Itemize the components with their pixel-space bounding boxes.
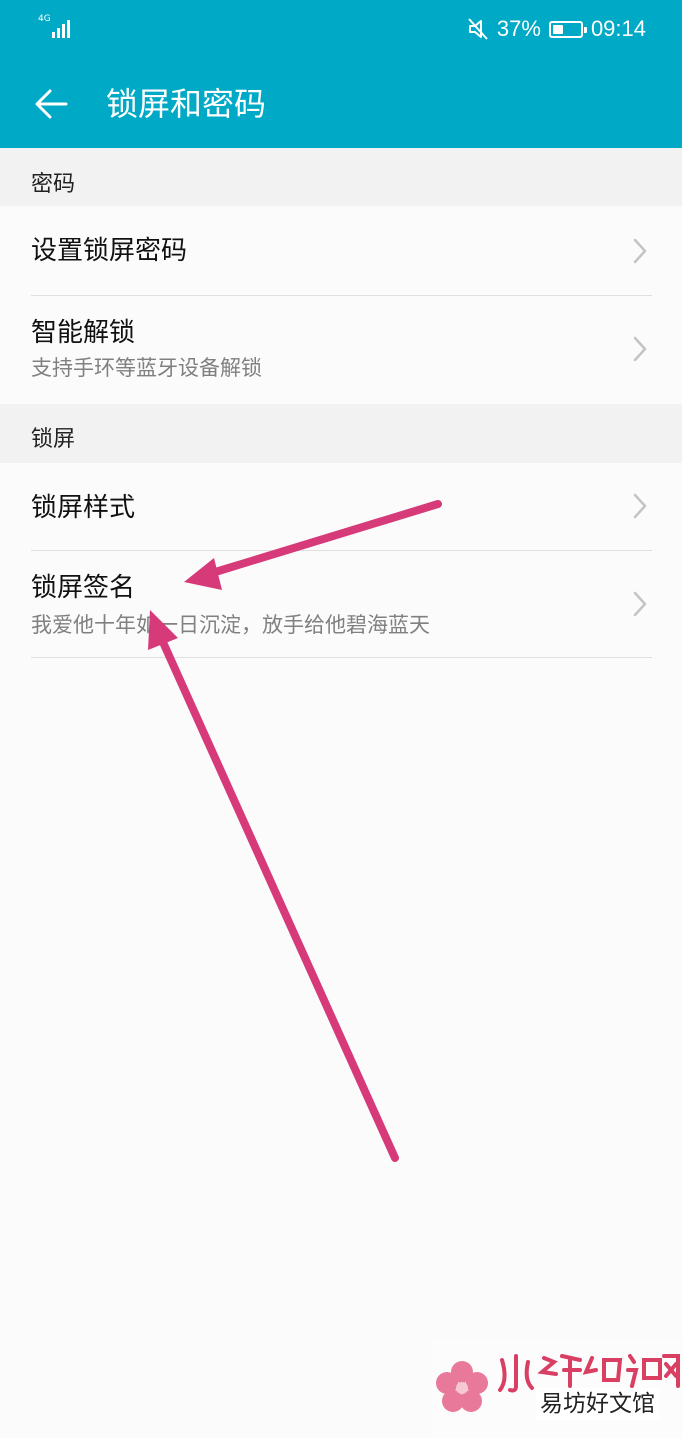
network-type: 4G <box>38 14 51 24</box>
chevron-right-icon <box>633 591 647 617</box>
list-item-lock-style[interactable]: 锁屏样式 <box>0 463 682 550</box>
back-button[interactable] <box>28 80 76 128</box>
section-header-password: 密码 <box>0 148 682 206</box>
back-arrow-icon <box>35 89 68 119</box>
item-title: 锁屏样式 <box>31 493 136 523</box>
list-item-smart-unlock[interactable]: 智能解锁 支持手环等蓝牙设备解锁 <box>0 296 682 404</box>
battery-fill <box>552 24 563 34</box>
divider <box>31 657 652 658</box>
list-item-lock-signature[interactable]: 锁屏签名 我爱他十年如一日沉淀，放手给他碧海蓝天 <box>0 551 682 657</box>
item-subtitle: 我爱他十年如一日沉淀，放手给他碧海蓝天 <box>31 613 430 637</box>
item-subtitle: 支持手环等蓝牙设备解锁 <box>31 356 262 380</box>
mute-icon <box>468 18 488 40</box>
status-bar: 4G 37% 09:14 <box>0 0 682 58</box>
chevron-right-icon <box>633 238 647 264</box>
status-right: 37% 09:14 <box>467 14 646 44</box>
annotation-arrow-lower <box>148 610 399 1162</box>
signal-bars-icon <box>52 20 70 38</box>
battery-cap <box>583 26 587 33</box>
app-bar: 锁屏和密码 <box>0 58 682 148</box>
section-header-lock-screen: 锁屏 <box>0 404 682 463</box>
chevron-right-icon <box>633 493 647 519</box>
watermark: 易坊好文馆 <box>432 1340 682 1438</box>
item-title: 锁屏签名 <box>31 573 136 603</box>
watermark-subtitle: 易坊好文馆 <box>536 1388 659 1420</box>
page-title: 锁屏和密码 <box>106 85 267 123</box>
battery-icon <box>548 20 587 38</box>
chevron-right-icon <box>633 336 647 362</box>
signal-indicator: 4G <box>38 14 74 40</box>
list-item-set-lock-password[interactable]: 设置锁屏密码 <box>0 206 682 296</box>
battery-percent: 37% <box>496 16 541 41</box>
clock: 09:14 <box>590 16 646 41</box>
item-title: 设置锁屏密码 <box>31 236 188 266</box>
item-title: 智能解锁 <box>31 318 136 348</box>
